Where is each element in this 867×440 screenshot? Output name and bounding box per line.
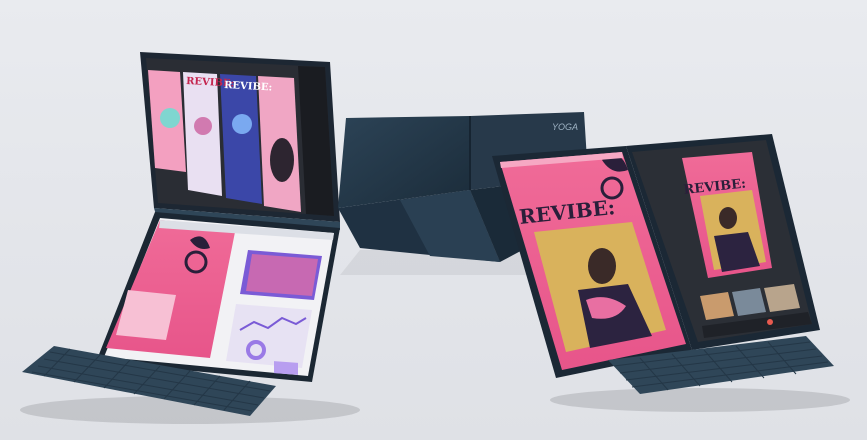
left-bottom-dashboard <box>226 304 312 368</box>
right-shadow <box>550 388 850 412</box>
right-device: REVIBE: REVIBE: <box>492 134 850 412</box>
product-scene: REVIBE: REVIBE: YOGA REVIBE: REVIBE: <box>20 52 850 424</box>
brand-logo: YOGA <box>552 122 578 132</box>
left-laptop: REVIBE: REVIBE: <box>20 52 360 424</box>
